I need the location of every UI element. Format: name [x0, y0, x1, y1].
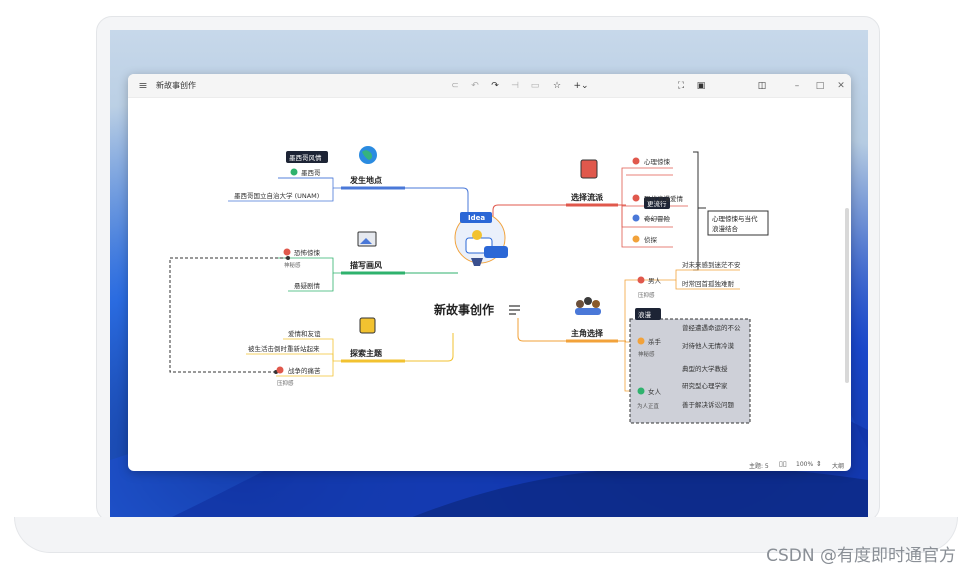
theme-child-3-note: 压抑感	[277, 379, 294, 387]
theme-child-3[interactable]: 战争的痛苦	[288, 366, 321, 375]
priority-1-icon	[632, 157, 640, 165]
role-female-c2[interactable]: 研究型心理学家	[682, 381, 728, 390]
minimize-icon[interactable]: –	[790, 78, 804, 94]
people-icon	[575, 297, 601, 315]
attach-icon[interactable]: ⊂	[448, 78, 462, 94]
note-paper-icon	[359, 317, 376, 334]
topic-count: 主题: 5	[749, 463, 769, 470]
fullscreen-icon[interactable]: ⛶	[674, 78, 688, 94]
killer-avatar-icon	[637, 337, 645, 345]
mindmap-svg: Idea 新故事创作 发生地点 墨西哥风情 墨西哥 墨西哥国立自治大学 (UNA…	[169, 146, 769, 424]
style-child-1-note: 神秘感	[284, 261, 301, 269]
role-male-c2[interactable]: 时常回首孤独难耐	[682, 279, 735, 288]
place-tooltip: 墨西哥风情	[289, 153, 322, 162]
genre-summary-line2[interactable]: 浪漫结合	[712, 224, 739, 233]
genre-item-4[interactable]: 侦探	[644, 235, 658, 244]
watermark-text: CSDN @有度即时通官方	[766, 546, 956, 566]
app-window: ≡ 新故事创作 ⊂ ↶ ↷ ⊣ ▭ ☆ +⌄ ⛶ ▣ ◫ – □ ✕ Idea …	[128, 74, 851, 471]
maximize-icon[interactable]: □	[813, 78, 827, 94]
outline-toggle[interactable]: 大纲	[832, 461, 844, 470]
check-icon	[290, 168, 298, 176]
theme-child-1[interactable]: 爱情和友谊	[288, 329, 321, 338]
branch-place[interactable]: 发生地点	[349, 175, 382, 185]
panel-icon[interactable]: ◫	[755, 78, 769, 94]
present-icon[interactable]: ▣	[694, 78, 708, 94]
branch-role[interactable]: 主角选择	[571, 328, 604, 338]
red-dot-icon	[283, 248, 291, 256]
priority-4-icon	[632, 235, 640, 243]
branch-style[interactable]: 描写画风	[350, 260, 382, 270]
role-female-note: 为人正直	[637, 402, 660, 410]
document-title: 新故事创作	[156, 81, 196, 90]
branch-theme[interactable]: 探索主题	[350, 348, 383, 358]
role-killer-c2[interactable]: 对待他人无情冷漠	[682, 341, 735, 350]
map-icon[interactable]: ▯▯	[779, 460, 787, 468]
role-female[interactable]: 女人	[648, 387, 662, 396]
priority-3-icon	[632, 214, 640, 222]
book-icon	[580, 159, 598, 179]
format-icon[interactable]: ⊣	[508, 78, 522, 94]
woman-avatar-icon	[637, 387, 645, 395]
central-topic[interactable]: 新故事创作	[434, 302, 494, 317]
status-bar: 主题: 5 ▯▯ 100% ⇕ 大纲	[128, 459, 851, 471]
role-female-c1[interactable]: 典型的大学教授	[682, 364, 728, 373]
close-icon[interactable]: ✕	[834, 78, 848, 94]
style-child-1[interactable]: 恐怖惊悚	[294, 248, 321, 257]
outline-icon[interactable]	[509, 305, 520, 315]
role-female-c3[interactable]: 善于解决诉讼问题	[682, 400, 735, 409]
role-male-note: 压抑感	[638, 291, 655, 299]
role-male[interactable]: 男人	[648, 277, 662, 285]
theme-child-2[interactable]: 被生活击倒时重新站起来	[248, 344, 320, 353]
idea-badge: Idea	[468, 214, 485, 222]
role-male-c1[interactable]: 对未来感到迷茫不安	[682, 260, 741, 269]
undo-icon[interactable]: ↶	[468, 78, 482, 94]
genre-summary-line1[interactable]: 心理惊悚与当代	[712, 214, 758, 223]
romance-group-label[interactable]: 浪漫	[638, 310, 652, 319]
red-dot-icon	[276, 366, 284, 374]
genre-item-1[interactable]: 心理惊悚	[644, 157, 671, 166]
style-child-2[interactable]: 悬疑剧情	[294, 281, 321, 290]
star-icon[interactable]: ☆	[550, 78, 564, 94]
role-killer[interactable]: 杀手	[648, 337, 662, 346]
redo-icon[interactable]: ↷	[488, 78, 502, 94]
priority-2-icon	[632, 194, 640, 202]
hamburger-icon[interactable]: ≡	[136, 78, 150, 94]
role-killer-c1[interactable]: 曾经遭遇命运的不公	[682, 323, 741, 332]
place-child-1[interactable]: 墨西哥	[301, 169, 321, 177]
title-bar: ≡ 新故事创作 ⊂ ↶ ↷ ⊣ ▭ ☆ +⌄ ⛶ ▣ ◫ – □ ✕	[128, 74, 851, 98]
mindmap-canvas[interactable]: Idea 新故事创作 发生地点 墨西哥风情 墨西哥 墨西哥国立自治大学 (UNA…	[128, 98, 851, 459]
role-killer-note: 神秘感	[638, 350, 655, 358]
man-avatar-icon	[637, 276, 645, 284]
vertical-scrollbar[interactable]	[845, 208, 849, 383]
genre-item-2[interactable]: 现代浪漫爱情	[644, 194, 684, 203]
place-child-2[interactable]: 墨西哥国立自治大学 (UNAM)	[234, 191, 319, 200]
zoom-level[interactable]: 100%	[796, 461, 813, 468]
screenshot-stage: CSDN @有度即时通官方 ≡ 新故事创作 ⊂ ↶ ↷ ⊣ ▭ ☆ +⌄ ⛶ ▣…	[0, 0, 972, 571]
add-icon[interactable]: +⌄	[570, 78, 592, 94]
zoom-stepper-icon[interactable]: ⇕	[816, 460, 822, 468]
genre-item-3[interactable]: 奇幻冒险	[644, 214, 671, 223]
branch-genre[interactable]: 选择流派	[571, 192, 604, 202]
note-icon[interactable]: ▭	[528, 78, 542, 94]
